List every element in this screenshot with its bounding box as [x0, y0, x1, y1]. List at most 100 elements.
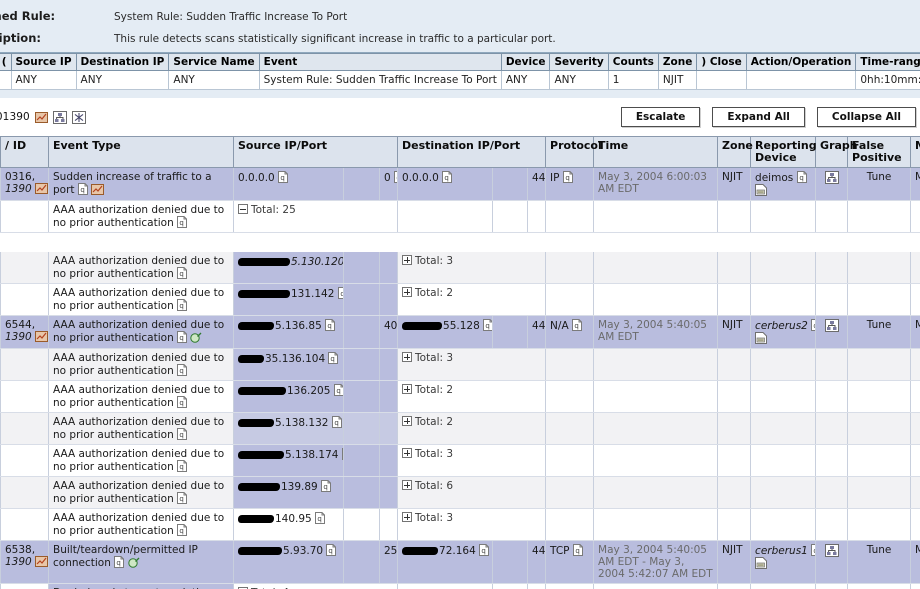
- query-doc-icon[interactable]: q: [321, 480, 332, 492]
- event-type-cell[interactable]: AAA authorization denied due to no prior…: [48, 412, 234, 445]
- source-ip-cell[interactable]: 5.130.120 q: [233, 251, 344, 284]
- query-doc-icon[interactable]: q: [571, 319, 582, 331]
- table-row[interactable]: AAA authorization denied due to no prior…: [0, 476, 920, 509]
- expand-toggle-icon[interactable]: [402, 416, 413, 426]
- destination-total-cell[interactable]: Total: 6: [397, 476, 547, 509]
- graph-cell[interactable]: [815, 540, 849, 584]
- col-graph[interactable]: Graph: [815, 136, 858, 168]
- protocol-cell[interactable]: N/A q: [545, 315, 595, 349]
- table-row[interactable]: 6538, 1390 Built/teardown/permitted IP co…: [0, 540, 920, 584]
- destination-port-cell[interactable]: 445 q: [527, 540, 547, 584]
- destination-ip-cell[interactable]: 55.128 q: [397, 315, 494, 349]
- query-doc-icon[interactable]: q: [811, 319, 815, 331]
- expand-toggle-icon[interactable]: [402, 512, 413, 522]
- query-doc-icon[interactable]: q: [77, 183, 88, 195]
- source-ip-cell[interactable]: 131.142 q: [233, 283, 344, 316]
- destination-total-cell[interactable]: Total: 2: [397, 283, 547, 316]
- device-details-icon[interactable]: [755, 332, 768, 344]
- col-event-type[interactable]: Event Type: [48, 136, 234, 168]
- graph-icon[interactable]: [824, 544, 839, 557]
- col-mitigation[interactable]: Mitigati: [910, 136, 920, 168]
- table-row[interactable]: AAA authorization denied due to no prior…: [0, 508, 920, 541]
- device-details-icon[interactable]: [755, 184, 768, 196]
- col-zone[interactable]: Zone: [717, 136, 753, 168]
- table-row[interactable]: AAA authorization denied due to no prior…: [0, 444, 920, 477]
- query-doc-icon[interactable]: q: [328, 352, 339, 364]
- table-row[interactable]: AAA authorization denied due to no prior…: [0, 200, 920, 233]
- device-details-icon[interactable]: [755, 557, 768, 569]
- event-type-cell[interactable]: AAA authorization denied due to no prior…: [48, 315, 234, 349]
- col-source[interactable]: Source IP/Port: [232, 136, 399, 168]
- source-ip-cell[interactable]: 5.93.70 q: [233, 540, 344, 584]
- query-doc-icon[interactable]: q: [114, 556, 125, 568]
- table-row[interactable]: 0316, 1390 Sudden increase of traffic to …: [0, 167, 920, 201]
- destination-total-cell[interactable]: Total: 3: [397, 251, 547, 284]
- query-doc-icon[interactable]: q: [177, 396, 188, 408]
- expand-all-button[interactable]: Expand All: [712, 107, 805, 127]
- col-protocol[interactable]: Protocol: [545, 136, 602, 168]
- annotation-icon[interactable]: [190, 332, 202, 343]
- query-doc-icon[interactable]: q: [315, 512, 326, 524]
- collapse-toggle-icon[interactable]: [238, 204, 248, 214]
- event-type-cell[interactable]: AAA authorization denied due to no prior…: [48, 348, 234, 381]
- query-doc-icon[interactable]: q: [278, 171, 289, 183]
- event-type-cell[interactable]: Sudden increase of traffic to a port q: [48, 167, 234, 201]
- table-row[interactable]: AAA authorization denied due to no prior…: [0, 412, 920, 445]
- event-id-cell[interactable]: 0316, 1390: [0, 167, 49, 201]
- event-type-cell[interactable]: AAA authorization denied due to no prior…: [48, 200, 234, 233]
- query-doc-icon[interactable]: q: [177, 299, 188, 311]
- query-doc-icon[interactable]: q: [177, 524, 188, 536]
- query-doc-icon[interactable]: q: [177, 460, 188, 472]
- query-doc-icon[interactable]: q: [177, 331, 188, 343]
- source-ip-cell[interactable]: 5.136.85 q: [233, 315, 344, 349]
- trend-chart-icon[interactable]: [34, 111, 48, 123]
- mitigation-cell[interactable]: Mitigate: [910, 315, 920, 349]
- expand-toggle-icon[interactable]: [402, 352, 413, 362]
- source-total-cell[interactable]: Total: 4: [232, 583, 399, 589]
- query-doc-icon[interactable]: q: [333, 384, 343, 396]
- query-doc-icon[interactable]: q: [177, 216, 188, 228]
- destination-port-cell[interactable]: 445 q: [527, 167, 547, 201]
- expand-toggle-icon[interactable]: [402, 448, 413, 458]
- destination-ip-cell[interactable]: 72.164 q: [397, 540, 494, 584]
- false-positive-cell[interactable]: Tune: [847, 540, 912, 584]
- source-port-cell[interactable]: 0 q: [378, 167, 399, 201]
- topology-icon[interactable]: [52, 110, 67, 124]
- col-time[interactable]: Time: [593, 136, 719, 168]
- false-positive-cell[interactable]: Tune: [847, 167, 912, 201]
- mitigation-cell[interactable]: Mitigate: [910, 540, 920, 584]
- trend-chart-icon[interactable]: [35, 331, 48, 342]
- graph-cell[interactable]: [815, 167, 849, 201]
- table-row[interactable]: Denied packet - no translation group q T…: [0, 583, 920, 589]
- collapse-all-button[interactable]: Collapse All: [816, 107, 916, 127]
- reporting-device-cell[interactable]: cerberus1 q: [750, 540, 817, 584]
- col-false-positive[interactable]: False Positive: [847, 136, 912, 168]
- query-doc-icon[interactable]: q: [325, 319, 336, 331]
- event-type-cell[interactable]: AAA authorization denied due to no prior…: [48, 444, 234, 477]
- graph-icon[interactable]: [824, 171, 839, 184]
- source-ip-cell[interactable]: 139.89 q: [233, 476, 344, 509]
- escalate-button[interactable]: Escalate: [620, 107, 701, 127]
- expand-toggle-icon[interactable]: [402, 287, 413, 297]
- source-ip-cell[interactable]: 136.205 q: [233, 380, 344, 413]
- graph-cell[interactable]: [815, 315, 849, 349]
- protocol-cell[interactable]: TCP q: [545, 540, 595, 584]
- event-type-cell[interactable]: AAA authorization denied due to no prior…: [48, 508, 234, 541]
- query-doc-icon[interactable]: q: [572, 544, 583, 556]
- protocol-cell[interactable]: IP q: [545, 167, 595, 201]
- reporting-device-cell[interactable]: deimos q: [750, 167, 817, 201]
- source-port-cell[interactable]: 2503 q: [378, 540, 399, 584]
- source-ip-cell[interactable]: 5.138.132 q: [233, 412, 344, 445]
- event-id-cell[interactable]: 6538, 1390: [0, 540, 49, 584]
- query-doc-icon[interactable]: q: [177, 364, 188, 376]
- expand-toggle-icon[interactable]: [402, 255, 413, 265]
- source-port-cell[interactable]: 4049 q: [378, 315, 399, 349]
- query-doc-icon[interactable]: q: [326, 544, 337, 556]
- destination-total-cell[interactable]: Total: 3: [397, 348, 547, 381]
- destination-total-cell[interactable]: Total: 3: [397, 444, 547, 477]
- query-doc-icon[interactable]: q: [811, 544, 815, 556]
- query-doc-icon[interactable]: q: [562, 171, 573, 183]
- source-ip-cell[interactable]: 35.136.104 q: [233, 348, 344, 381]
- reporting-device-cell[interactable]: cerberus2 q: [750, 315, 817, 349]
- mitigation-cell[interactable]: Mitigate: [910, 167, 920, 201]
